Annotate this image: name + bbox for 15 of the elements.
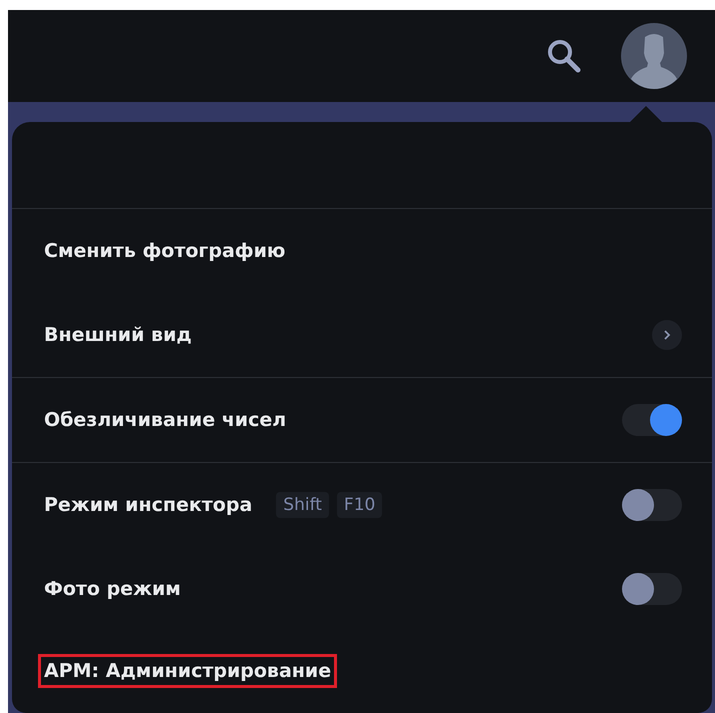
toggle-switch[interactable] xyxy=(622,489,682,521)
chevron-right-icon xyxy=(663,329,671,341)
menu-item[interactable]: Режим инспектора xyxy=(38,488,258,522)
menu-item[interactable]: Внешний вид xyxy=(38,318,198,352)
avatar-icon[interactable] xyxy=(621,23,687,89)
menu-item[interactable]: АРМ: Администрирование xyxy=(38,654,338,688)
menu-item[interactable]: Обезличивание чисел xyxy=(38,403,292,437)
menu-item[interactable]: Фото режим xyxy=(38,572,187,606)
toggle-switch[interactable] xyxy=(622,573,682,605)
menu-item[interactable]: Сменить фотографию xyxy=(38,234,292,268)
search-icon[interactable] xyxy=(545,37,583,75)
shortcut-key: Shift xyxy=(276,492,329,518)
submenu-chevron[interactable] xyxy=(652,320,682,350)
toggle-switch[interactable] xyxy=(622,404,682,436)
shortcut-key: F10 xyxy=(336,492,382,518)
